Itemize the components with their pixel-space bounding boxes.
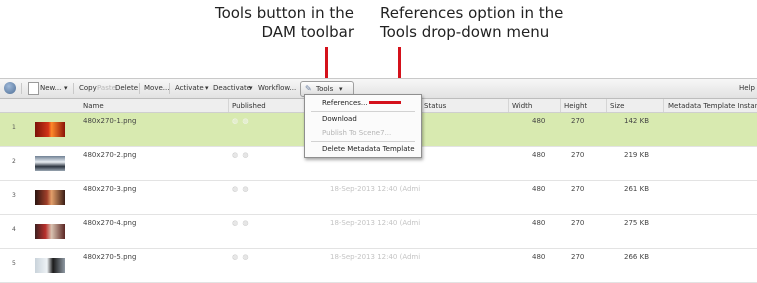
asset-height: 270 [571,117,585,125]
published-status: ◍ ◍ [232,185,250,193]
column-name[interactable]: Name [83,102,104,110]
asset-thumbnail[interactable] [35,258,65,273]
tools-label: Tools [316,85,334,93]
column-metadata-template[interactable]: Metadata Template Instan... [668,102,757,110]
asset-width: 480 [532,185,546,193]
table-row[interactable]: 5 480x270-5.png ◍ ◍ 18-Sep-2013 12:40 (A… [0,249,757,283]
column-height[interactable]: Height [564,102,587,110]
published-status: ◍ ◍ [232,253,250,261]
menu-item-delete-metadata-template[interactable]: Delete Metadata Template [322,145,415,153]
asset-height: 270 [571,253,585,261]
asset-name[interactable]: 480x270-3.png [83,185,136,193]
callout-line-2: DAM toolbar [261,23,354,41]
callout-line-2: Tools drop-down menu [380,23,550,41]
column-width[interactable]: Width [512,102,532,110]
chevron-down-icon: ▾ [339,85,343,93]
table-row[interactable]: 4 480x270-4.png ◍ ◍ 18-Sep-2013 12:40 (A… [0,215,757,249]
new-page-icon [28,82,39,95]
column-published[interactable]: Published [232,102,266,110]
workflow-button[interactable]: Workflow... [258,84,296,92]
asset-width: 480 [532,253,546,261]
published-status: ◍ ◍ [232,117,250,125]
column-size[interactable]: Size [610,102,624,110]
row-number: 4 [12,226,16,233]
asset-thumbnail[interactable] [35,224,65,239]
references-callout-leader-horizontal [369,101,401,104]
chevron-down-icon[interactable]: ▾ [64,84,68,92]
tools-button-callout: Tools button in the DAM toolbar [172,4,354,42]
modified-date: 18-Sep-2013 12:40 (Admi [330,219,421,227]
wrench-icon: ✎ [305,84,312,93]
asset-height: 270 [571,185,585,193]
move-button[interactable]: Move... [144,84,169,92]
asset-height: 270 [571,151,585,159]
asset-size: 261 KB [624,185,649,193]
asset-width: 480 [532,151,546,159]
menu-item-publish-scene7[interactable]: Publish To Scene7... [322,129,391,137]
callout-line-1: Tools button in the [214,4,354,22]
cq-logo-icon[interactable] [4,82,16,94]
activate-button[interactable]: Activate [175,84,204,92]
menu-item-download[interactable]: Download [322,115,357,123]
published-status: ◍ ◍ [232,151,250,159]
chevron-down-icon[interactable]: ▾ [205,84,209,92]
row-number: 1 [12,124,16,131]
row-number: 2 [12,158,16,165]
asset-height: 270 [571,219,585,227]
asset-name[interactable]: 480x270-1.png [83,117,136,125]
column-status[interactable]: Status [424,102,446,110]
new-button[interactable]: New... [40,84,61,92]
asset-name[interactable]: 480x270-2.png [83,151,136,159]
asset-size: 142 KB [624,117,649,125]
asset-width: 480 [532,117,546,125]
chevron-down-icon[interactable]: ▾ [249,84,253,92]
asset-name[interactable]: 480x270-4.png [83,219,136,227]
help-button[interactable]: Help [739,84,755,92]
asset-size: 219 KB [624,151,649,159]
delete-button[interactable]: Delete [115,84,138,92]
table-row[interactable]: 3 480x270-3.png ◍ ◍ 18-Sep-2013 12:40 (A… [0,181,757,215]
menu-item-references[interactable]: References... [322,99,368,107]
asset-thumbnail[interactable] [35,190,65,205]
published-status: ◍ ◍ [232,219,250,227]
references-option-callout: References option in the Tools drop-down… [380,4,606,42]
modified-date: 18-Sep-2013 12:40 (Admi [330,253,421,261]
paste-button[interactable]: Paste [97,84,116,92]
row-number: 5 [12,260,16,267]
callout-line-1: References option in the [380,4,564,22]
asset-width: 480 [532,219,546,227]
deactivate-button[interactable]: Deactivate [213,84,251,92]
asset-size: 266 KB [624,253,649,261]
asset-size: 275 KB [624,219,649,227]
asset-thumbnail[interactable] [35,122,65,137]
modified-date: 18-Sep-2013 12:40 (Admi [330,185,421,193]
copy-button[interactable]: Copy [79,84,97,92]
asset-thumbnail[interactable] [35,156,65,171]
tools-dropdown-menu: References... Download Publish To Scene7… [304,94,422,158]
row-number: 3 [12,192,16,199]
asset-name[interactable]: 480x270-5.png [83,253,136,261]
